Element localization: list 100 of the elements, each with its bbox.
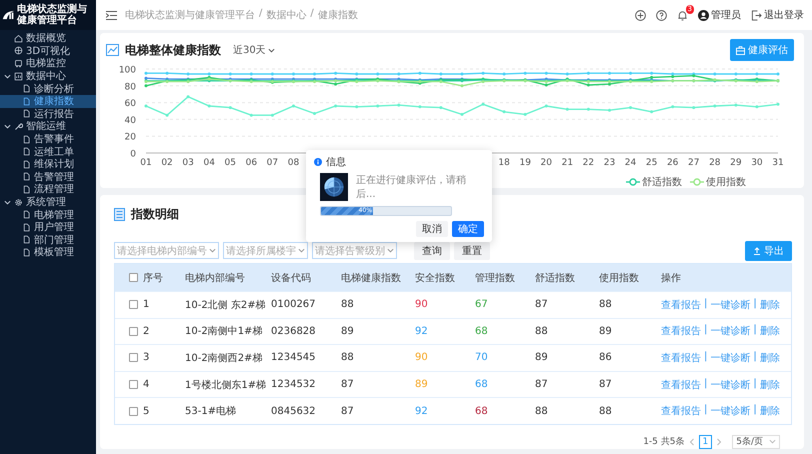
sidebar-item[interactable]: 运行报告 bbox=[0, 108, 96, 120]
sidebar-item[interactable]: 流程管理 bbox=[0, 183, 96, 196]
link-separator: | bbox=[704, 378, 708, 391]
sidebar-item[interactable]: 电梯管理 bbox=[0, 208, 96, 221]
table-cell-text: 89 bbox=[415, 379, 429, 390]
table-link[interactable]: 查看报告 bbox=[661, 404, 701, 418]
table-cell-text: 70 bbox=[475, 352, 489, 364]
link-separator: | bbox=[704, 298, 708, 311]
table-link[interactable]: 一键诊断 bbox=[710, 324, 750, 338]
sidebar-item[interactable]: 3D可视化 bbox=[0, 44, 96, 58]
globe-icon bbox=[14, 46, 23, 56]
checkbox[interactable] bbox=[129, 406, 138, 416]
chevron-left-icon[interactable] bbox=[688, 438, 694, 446]
column-header: 电梯健康指数 bbox=[341, 272, 402, 284]
table-link[interactable]: 一键诊断 bbox=[710, 350, 750, 365]
table-link[interactable]: 删除 bbox=[760, 404, 780, 418]
page-size-select[interactable]: 5条/页 bbox=[732, 434, 780, 449]
legend-label: 使用指数 bbox=[706, 176, 746, 189]
table-link[interactable]: 查看报告 bbox=[661, 324, 701, 338]
range-dropdown[interactable]: 近30天 bbox=[233, 43, 275, 57]
filter-select[interactable]: 请选择告警级别 bbox=[312, 242, 397, 259]
axis-label: 24 bbox=[624, 158, 636, 168]
filter-button[interactable]: 重置 bbox=[454, 242, 490, 260]
notification-icon[interactable] bbox=[677, 10, 688, 20]
axis-label: 18 bbox=[498, 158, 510, 168]
cancel-button[interactable]: 取消 bbox=[416, 221, 448, 237]
link-separator: | bbox=[753, 324, 757, 338]
checkbox[interactable] bbox=[129, 300, 138, 310]
page-button[interactable]: 1 bbox=[698, 434, 712, 449]
sidebar-item[interactable]: 运维工单 bbox=[0, 145, 96, 158]
logo-icon bbox=[2, 10, 15, 20]
table-link[interactable]: 查看报告 bbox=[661, 378, 701, 392]
table-cell-text: 88 bbox=[535, 326, 549, 337]
chevron-right-icon[interactable] bbox=[716, 438, 722, 446]
sidebar-item[interactable]: 用户管理 bbox=[0, 220, 96, 234]
link-separator: | bbox=[704, 350, 708, 364]
table-cell: 2 bbox=[143, 326, 150, 337]
health-assessment-button[interactable]: 健康评估 bbox=[730, 39, 794, 61]
table-link[interactable]: 删除 bbox=[760, 324, 780, 338]
table-link[interactable]: 一键诊断 bbox=[710, 404, 750, 418]
breadcrumb-item[interactable]: 数据中心 bbox=[266, 8, 306, 22]
caret-icon bbox=[268, 46, 275, 54]
caret-icon bbox=[769, 438, 776, 446]
axis-label: 05 bbox=[224, 158, 236, 168]
home-icon bbox=[14, 34, 23, 43]
table-link[interactable]: 删除 bbox=[760, 378, 780, 392]
filter-select[interactable]: 请选择电梯内部编号 bbox=[114, 242, 219, 259]
confirm-button[interactable]: 确定 bbox=[452, 221, 484, 237]
sidebar-item[interactable]: 告警管理 bbox=[0, 170, 96, 184]
logout-button[interactable]: 退出登录 bbox=[751, 8, 804, 22]
sidebar-item[interactable]: 数据中心 bbox=[0, 70, 96, 82]
table-link[interactable]: 一键诊断 bbox=[710, 378, 750, 392]
legend-label: 舒适指数 bbox=[642, 176, 682, 189]
table-link[interactable]: 查看报告 bbox=[661, 350, 701, 365]
table-link[interactable]: 一键诊断 bbox=[710, 298, 750, 312]
app-title: 电梯状态监测与健康管理平台 bbox=[17, 4, 88, 26]
help-icon[interactable] bbox=[656, 10, 667, 20]
axis-label: 26 bbox=[666, 158, 678, 168]
table-cell-text: 88 bbox=[535, 406, 549, 417]
user-avatar-icon bbox=[698, 10, 709, 20]
sidebar-item[interactable]: 部门管理 bbox=[0, 234, 96, 246]
sidebar-item[interactable]: 智能运维 bbox=[0, 120, 96, 133]
checkbox[interactable] bbox=[129, 326, 138, 336]
checkbox[interactable] bbox=[129, 353, 138, 362]
sidebar-item[interactable]: 数据概览 bbox=[0, 32, 96, 45]
add-icon[interactable] bbox=[635, 10, 646, 20]
table-cell-text: 88 bbox=[599, 406, 613, 417]
column-header: 电梯内部编号 bbox=[185, 272, 246, 284]
axis-label: 21 bbox=[562, 158, 574, 168]
table-link[interactable]: 删除 bbox=[760, 350, 780, 365]
filter-button[interactable]: 查询 bbox=[414, 242, 450, 260]
export-button[interactable]: 导出 bbox=[745, 240, 792, 260]
sidebar-item[interactable]: 维保计划 bbox=[0, 158, 96, 171]
sidebar-item[interactable]: 告警事件 bbox=[0, 132, 96, 146]
link-separator: | bbox=[753, 350, 757, 364]
table-cell-text: 68 bbox=[475, 406, 489, 417]
table-cell-text: 1234532 bbox=[271, 379, 317, 390]
table-cell-text: 0100267 bbox=[271, 299, 317, 310]
user-name[interactable]: 管理员 bbox=[711, 8, 741, 22]
column-header: 使用指数 bbox=[599, 272, 640, 284]
table-cell-text: 92 bbox=[415, 326, 429, 337]
sidebar-item[interactable]: 系统管理 bbox=[0, 196, 96, 208]
menu-icon[interactable] bbox=[106, 10, 117, 20]
checkbox[interactable] bbox=[129, 273, 138, 282]
table-link[interactable]: 删除 bbox=[760, 298, 780, 312]
table-cell-text: 87 bbox=[599, 379, 613, 390]
filter-select[interactable]: 请选择所属楼宇 bbox=[223, 242, 308, 259]
checkbox[interactable] bbox=[129, 380, 138, 390]
breadcrumb-item[interactable]: 电梯状态监测与健康管理平台 bbox=[125, 8, 255, 22]
axis-label: 80 bbox=[124, 82, 136, 92]
sidebar-item[interactable]: 诊断分析 bbox=[0, 82, 96, 95]
logout-icon bbox=[751, 10, 762, 20]
table-cell: 5 bbox=[143, 406, 150, 417]
table-link[interactable]: 查看报告 bbox=[661, 298, 701, 312]
axis-label: 03 bbox=[182, 158, 194, 168]
caret-icon bbox=[209, 247, 216, 254]
axis-label: 0 bbox=[130, 150, 136, 160]
sidebar-item[interactable]: 健康指数 bbox=[0, 94, 96, 108]
sidebar-item[interactable]: 电梯监控 bbox=[0, 57, 96, 70]
sidebar-item[interactable]: 模板管理 bbox=[0, 246, 96, 259]
